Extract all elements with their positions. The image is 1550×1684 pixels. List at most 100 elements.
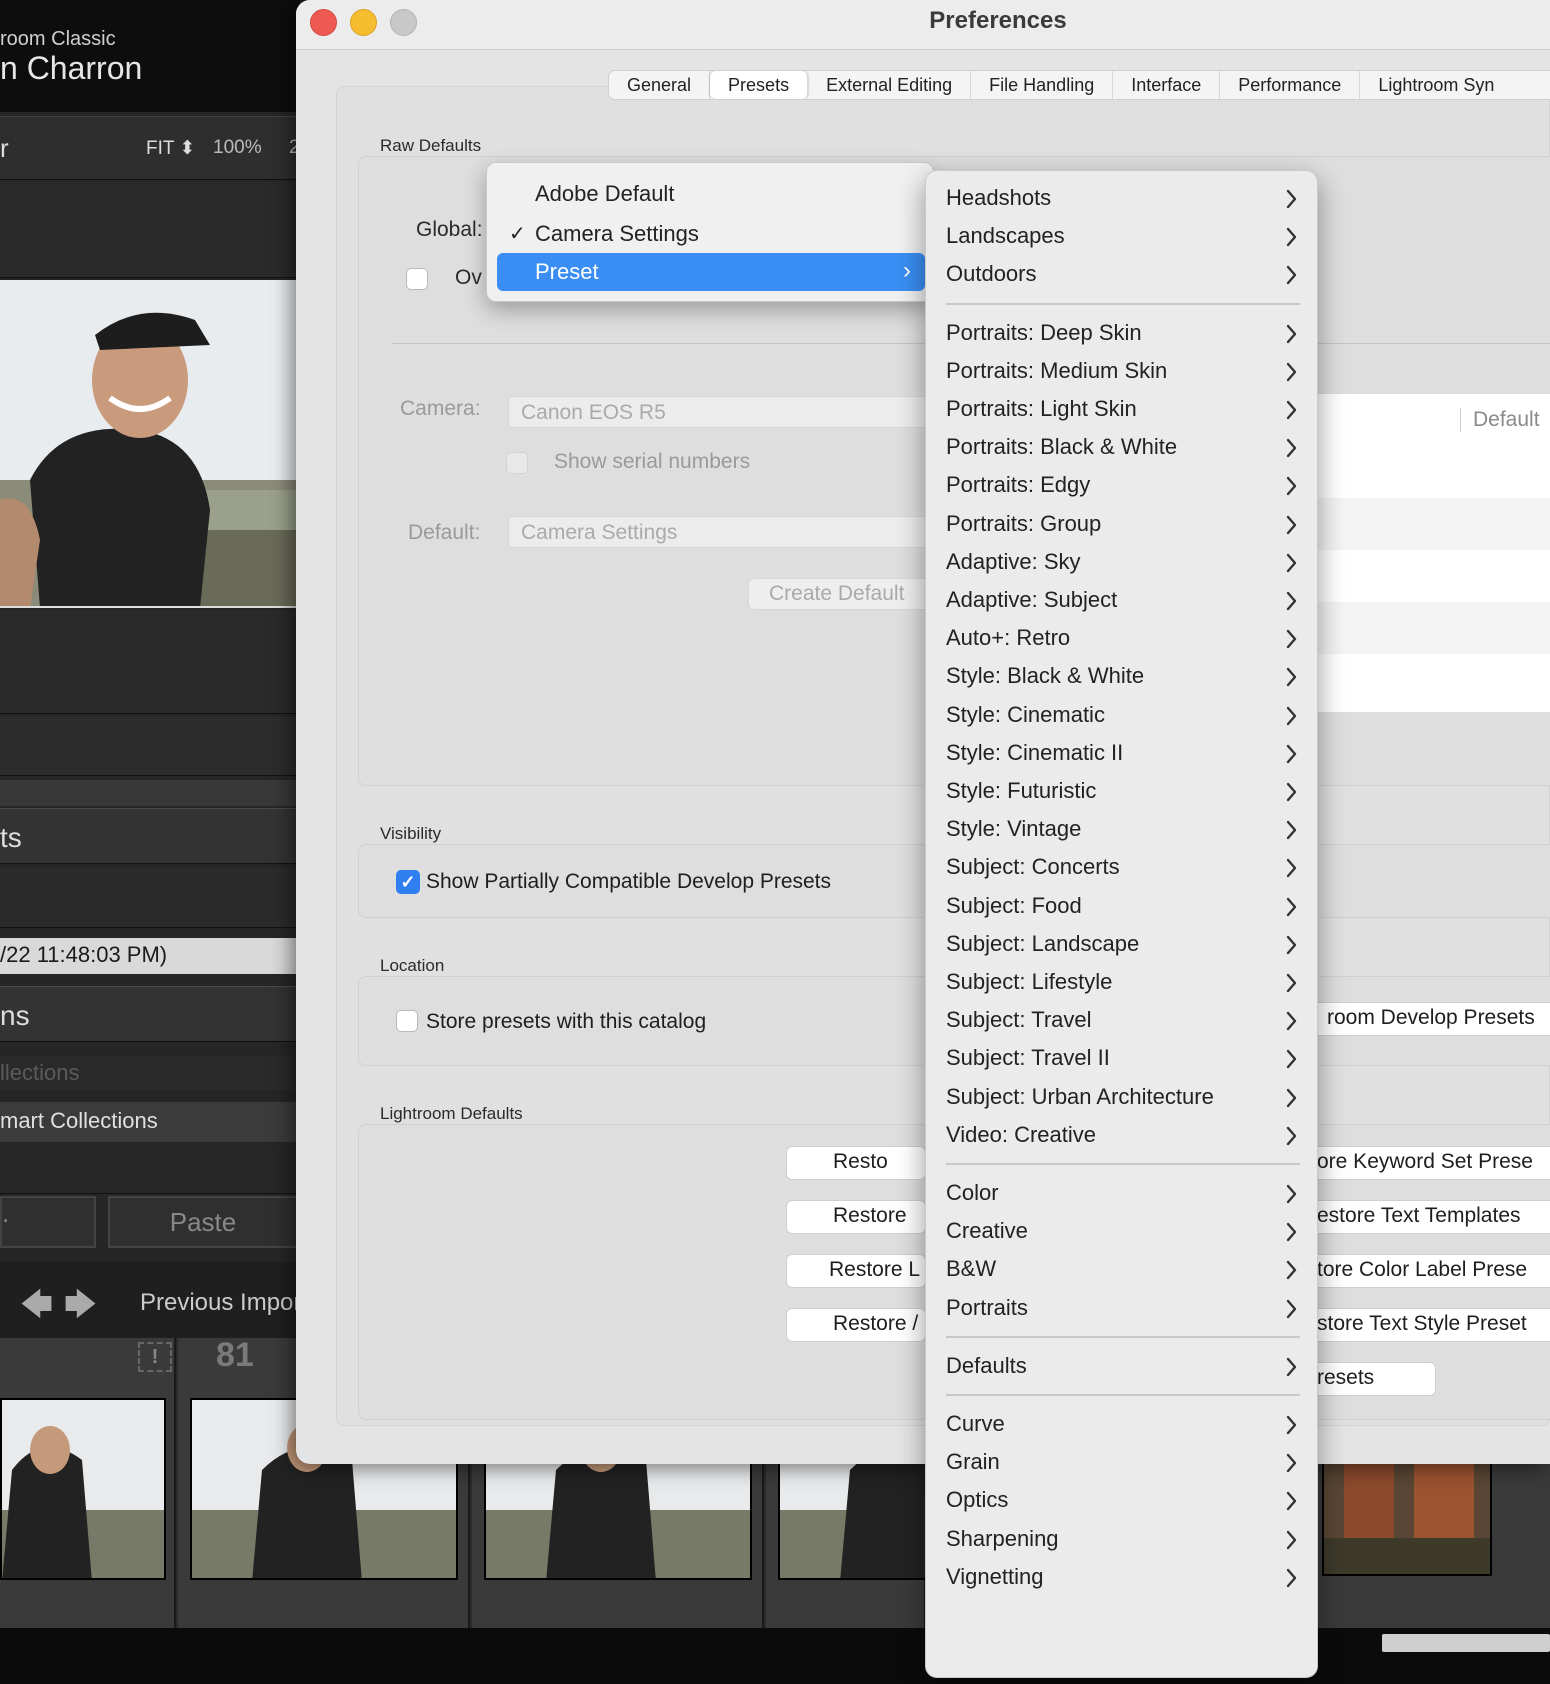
table-row[interactable] bbox=[1300, 498, 1550, 550]
submenu-item[interactable]: Vignetting bbox=[926, 1558, 1317, 1598]
submenu-item[interactable]: Subject: Lifestyle bbox=[926, 963, 1317, 1003]
submenu-item-label: Subject: Travel II bbox=[946, 1045, 1110, 1071]
submenu-item[interactable]: Subject: Urban Architecture bbox=[926, 1078, 1317, 1118]
previous-import-source[interactable]: Previous Impor bbox=[140, 1289, 301, 1317]
submenu-item[interactable]: Creative bbox=[926, 1212, 1317, 1252]
table-row[interactable] bbox=[1300, 550, 1550, 602]
presets-panel-header[interactable] bbox=[0, 808, 300, 864]
menu-item-label: Preset bbox=[535, 259, 599, 284]
chevron-right-icon bbox=[1286, 744, 1297, 763]
checkmark-icon: ✓ bbox=[509, 223, 526, 245]
zoom-100-option[interactable]: 100% bbox=[213, 137, 262, 159]
paste-button[interactable]: Paste bbox=[108, 1196, 298, 1248]
submenu-item[interactable]: Subject: Travel bbox=[926, 1001, 1317, 1041]
collections-panel-header[interactable] bbox=[0, 986, 300, 1042]
submenu-item[interactable]: Subject: Travel II bbox=[926, 1039, 1317, 1079]
filmstrip-cell[interactable] bbox=[0, 1338, 176, 1628]
table-row[interactable] bbox=[1300, 654, 1550, 706]
menu-item-label: Adobe Default bbox=[535, 181, 675, 206]
submenu-item-label: B&W bbox=[946, 1256, 997, 1282]
chevron-right-icon bbox=[1286, 591, 1297, 611]
arrow-left-icon[interactable]: 🡄 bbox=[20, 1282, 53, 1336]
filmstrip-scrollbar[interactable] bbox=[1382, 1634, 1550, 1652]
navigator-preview-image[interactable] bbox=[0, 280, 300, 608]
submenu-item-label: Creative bbox=[946, 1218, 1028, 1244]
menu-item-preset[interactable]: Preset › bbox=[497, 253, 925, 291]
filmstrip-thumbnail[interactable] bbox=[0, 1398, 166, 1580]
table-column-default: Default bbox=[1460, 408, 1540, 432]
show-partial-checkbox[interactable]: ✓ bbox=[396, 870, 420, 894]
table-row[interactable] bbox=[1300, 602, 1550, 654]
submenu-item-label: Sharpening bbox=[946, 1525, 1059, 1551]
submenu-item[interactable]: Defaults bbox=[926, 1347, 1317, 1387]
tab-file-handling[interactable]: File Handling bbox=[971, 71, 1114, 99]
store-with-catalog-checkbox[interactable] bbox=[396, 1010, 418, 1032]
chevron-right-icon bbox=[1286, 1184, 1297, 1204]
submenu-item[interactable]: Optics bbox=[926, 1481, 1317, 1521]
submenu-item[interactable]: Curve bbox=[926, 1405, 1317, 1445]
submenu-item[interactable]: Portraits: Deep Skin bbox=[926, 314, 1317, 354]
submenu-item[interactable]: Color bbox=[926, 1174, 1317, 1214]
submenu-item[interactable]: B&W bbox=[926, 1250, 1317, 1290]
arrow-right-icon[interactable]: 🡆 bbox=[64, 1282, 97, 1336]
show-serial-checkbox[interactable] bbox=[506, 452, 528, 474]
submenu-item[interactable]: Portraits: Medium Skin bbox=[926, 352, 1317, 392]
submenu-item-label: Video: Creative bbox=[946, 1121, 1097, 1147]
submenu-item-label: Portraits bbox=[946, 1294, 1028, 1320]
override-label: Ov bbox=[455, 266, 482, 289]
menu-item-label: Camera Settings bbox=[535, 221, 699, 246]
submenu-item[interactable]: Adaptive: Sky bbox=[926, 543, 1317, 583]
submenu-item[interactable]: Portraits: Black & White bbox=[926, 428, 1317, 468]
submenu-item-label: Landscapes bbox=[946, 223, 1065, 249]
submenu-item-label: Subject: Landscape bbox=[946, 930, 1140, 956]
submenu-item[interactable]: Style: Vintage bbox=[926, 810, 1317, 850]
chevron-right-icon bbox=[1286, 1222, 1297, 1242]
submenu-item[interactable]: Portraits: Light Skin bbox=[926, 390, 1317, 430]
tab-lightroom-sync[interactable]: Lightroom Syn bbox=[1360, 71, 1512, 99]
restore-button[interactable]: Resto bbox=[786, 1146, 926, 1180]
copy-button[interactable]: . bbox=[0, 1196, 96, 1248]
create-default-button[interactable]: Create Default bbox=[748, 578, 948, 610]
restore-button[interactable]: Restore bbox=[786, 1200, 926, 1234]
submenu-item[interactable]: Portraits bbox=[926, 1289, 1317, 1329]
submenu-item[interactable]: Style: Futuristic bbox=[926, 772, 1317, 812]
submenu-item[interactable]: Landscapes bbox=[926, 217, 1317, 257]
submenu-item[interactable]: Sharpening bbox=[926, 1520, 1317, 1560]
submenu-item[interactable]: Grain bbox=[926, 1443, 1317, 1483]
submenu-item[interactable]: Style: Black & White bbox=[926, 657, 1317, 697]
panel-band bbox=[0, 1146, 300, 1194]
submenu-item[interactable]: Video: Creative bbox=[926, 1116, 1317, 1156]
default-select[interactable]: Camera Settings bbox=[508, 516, 928, 548]
submenu-item-label: Style: Cinematic bbox=[946, 701, 1105, 727]
submenu-item[interactable]: Subject: Concerts bbox=[926, 848, 1317, 888]
submenu-item[interactable]: Portraits: Edgy bbox=[926, 466, 1317, 506]
table-row[interactable] bbox=[1300, 446, 1550, 498]
chevron-right-icon bbox=[1286, 668, 1297, 687]
zoom-fit-option[interactable]: FIT ⬍ bbox=[146, 137, 195, 160]
submenu-item[interactable]: Subject: Food bbox=[926, 887, 1317, 927]
tab-performance[interactable]: Performance bbox=[1220, 71, 1361, 99]
submenu-item[interactable]: Auto+: Retro bbox=[926, 619, 1317, 659]
menu-item-camera-settings[interactable]: ✓ Camera Settings bbox=[497, 215, 925, 253]
submenu-item[interactable]: Portraits: Group bbox=[926, 505, 1317, 545]
menu-item-adobe-default[interactable]: Adobe Default bbox=[497, 175, 925, 213]
submenu-item[interactable]: Subject: Landscape bbox=[926, 925, 1317, 965]
restore-button[interactable]: Restore / bbox=[786, 1308, 926, 1342]
submenu-item[interactable]: Outdoors bbox=[926, 255, 1317, 295]
chevron-right-icon bbox=[1286, 477, 1297, 496]
tab-presets[interactable]: Presets bbox=[710, 71, 809, 99]
override-checkbox[interactable] bbox=[406, 268, 428, 290]
chevron-right-icon bbox=[1286, 1568, 1297, 1587]
tab-external-editing[interactable]: External Editing bbox=[808, 71, 972, 99]
submenu-item-label: Style: Vintage bbox=[946, 816, 1082, 842]
raw-defaults-label: Raw Defaults bbox=[380, 136, 482, 155]
submenu-item[interactable]: Headshots bbox=[926, 179, 1317, 219]
submenu-item[interactable]: Style: Cinematic II bbox=[926, 734, 1317, 774]
camera-select[interactable]: Canon EOS R5 bbox=[508, 396, 928, 428]
tab-general[interactable]: General bbox=[609, 71, 711, 99]
submenu-item[interactable]: Adaptive: Subject bbox=[926, 581, 1317, 621]
tab-interface[interactable]: Interface bbox=[1113, 71, 1221, 99]
submenu-item-label: Style: Futuristic bbox=[946, 778, 1097, 803]
submenu-item[interactable]: Style: Cinematic bbox=[926, 696, 1317, 736]
restore-button[interactable]: Restore L bbox=[786, 1254, 926, 1288]
